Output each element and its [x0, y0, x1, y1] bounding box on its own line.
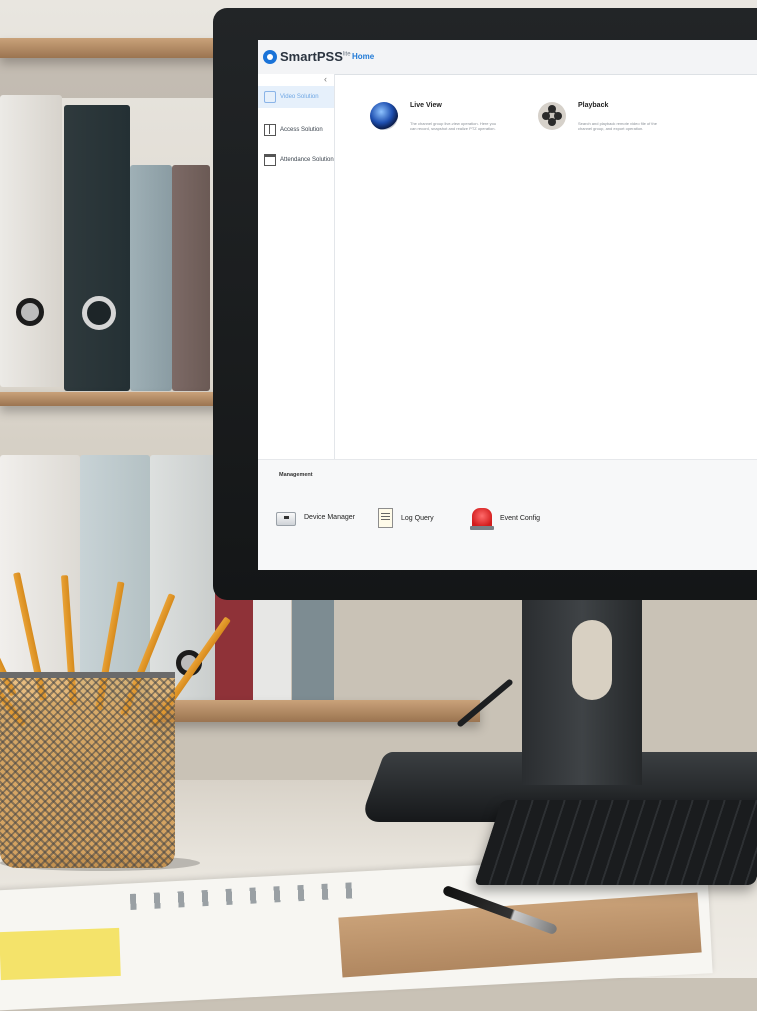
app-title-bar: SmartPSSlite Home	[258, 40, 757, 75]
management-item-log-query[interactable]: Log Query	[378, 508, 434, 528]
sidebar: Video Solution Access Solution Attendanc…	[258, 74, 335, 459]
binder	[0, 95, 62, 387]
sidebar-item-video-solution[interactable]: Video Solution	[258, 86, 334, 108]
feature-live-view[interactable]: Live View The channel group live-view op…	[370, 102, 510, 142]
smartpss-logo-icon	[263, 50, 277, 64]
binder	[215, 590, 253, 705]
binder-ring	[16, 298, 44, 326]
binder	[64, 105, 130, 391]
live-view-camera-icon	[370, 102, 398, 130]
app-name: SmartPSSlite	[280, 49, 351, 64]
binder-ring	[82, 296, 116, 330]
alarm-light-icon	[470, 508, 494, 530]
mesh-pencil-cup	[0, 672, 175, 868]
sidebar-item-attendance-solution[interactable]: Attendance Solution	[258, 149, 334, 171]
sidebar-item-label: Access Solution	[280, 127, 323, 133]
film-reel-icon	[538, 102, 566, 130]
binder	[253, 590, 291, 705]
shelf-shadow	[0, 58, 215, 98]
video-solution-icon	[264, 91, 276, 103]
device-manager-icon	[276, 512, 296, 526]
bookshelf-middle	[0, 392, 230, 406]
feature-title: Playback	[578, 102, 609, 109]
bookshelf-top	[0, 38, 230, 58]
binder	[292, 590, 334, 705]
feature-playback[interactable]: Playback Search and playback remote vide…	[538, 102, 678, 142]
sidebar-item-label: Attendance Solution	[280, 157, 334, 163]
feature-description: Search and playback remote video file of…	[578, 121, 657, 131]
sidebar-item-access-solution[interactable]: Access Solution	[258, 119, 334, 141]
management-title: Management	[279, 472, 313, 478]
management-item-label: Log Query	[401, 514, 434, 522]
feature-description: The channel group live-view operation. H…	[410, 121, 497, 131]
management-item-label: Device Manager	[304, 513, 355, 521]
management-item-label: Event Config	[500, 514, 541, 522]
sidebar-collapse-button[interactable]: ‹	[324, 74, 327, 84]
management-panel: Management Device Manager Log Query Even…	[258, 459, 757, 570]
binder	[130, 165, 172, 391]
log-document-icon	[378, 508, 393, 528]
app-name-edition: lite	[342, 51, 351, 58]
binder	[172, 165, 210, 391]
bookshelf-lower	[150, 700, 480, 722]
feature-title: Live View	[410, 102, 442, 109]
calendar-check-icon	[264, 154, 276, 166]
door-icon	[264, 124, 276, 136]
sidebar-item-label: Video Solution	[280, 94, 319, 100]
monitor-screen: SmartPSSlite Home Video Solution Access …	[258, 40, 757, 570]
management-item-event-config[interactable]: Event Config	[470, 508, 541, 530]
tab-home[interactable]: Home	[352, 52, 374, 61]
monitor-stand-cable-hole	[572, 620, 612, 700]
keyboard	[474, 800, 757, 885]
management-item-device-manager[interactable]: Device Manager	[276, 508, 355, 526]
sticky-note	[0, 927, 121, 981]
